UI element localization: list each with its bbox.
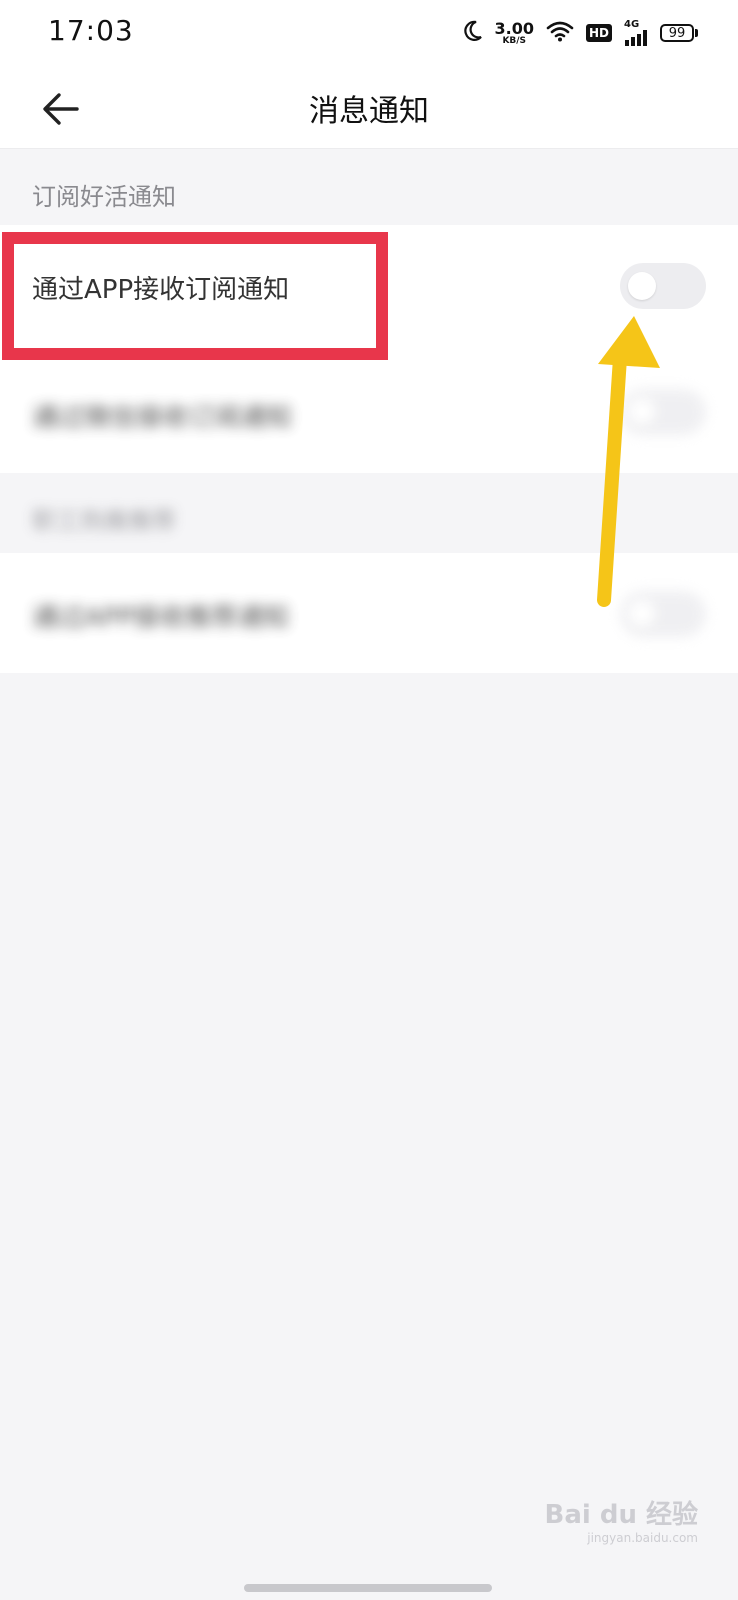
network-speed: 3.00 KB/S: [494, 18, 534, 46]
wifi-icon: [546, 20, 574, 46]
hd-icon: HD: [585, 24, 612, 42]
speed-value: 3.00: [494, 18, 534, 38]
yellow-arrow-icon: [597, 316, 660, 607]
toggle-knob: [628, 272, 656, 300]
page-title: 消息通知: [309, 94, 429, 129]
watermark-brand: Bai du 经验: [544, 1500, 699, 1530]
battery-icon: 99: [660, 24, 698, 42]
setting-label: 通过微信接收订阅通知: [32, 403, 293, 433]
app-subscribe-toggle[interactable]: [620, 263, 706, 309]
baidu-watermark: Bai du 经验 jingyan.baidu.com: [545, 1494, 699, 1545]
section-title: 订阅好活通知: [32, 183, 176, 211]
speed-unit: KB/S: [502, 35, 527, 46]
highlight-box: [2, 232, 388, 360]
cellular-signal: 4G: [624, 20, 648, 46]
setting-label: 通过APP接收推荐通知: [32, 603, 290, 633]
section-header-subscribe: 订阅好活通知: [0, 149, 738, 225]
battery-level: 99: [660, 24, 694, 42]
network-type: 4G: [624, 19, 640, 30]
section-title: 职工热推推荐: [32, 507, 176, 535]
home-indicator[interactable]: [244, 1584, 492, 1592]
status-time: 17:03: [48, 14, 134, 47]
moon-icon: [463, 20, 483, 46]
status-bar: 17:03 3.00 KB/S HD 4G 99: [0, 0, 738, 66]
nav-bar: 消息通知: [0, 66, 738, 149]
watermark-domain: jingyan.baidu.com: [587, 1531, 698, 1545]
signal-bars-icon: [625, 30, 647, 46]
status-icons: 3.00 KB/S HD 4G 99: [463, 16, 698, 50]
